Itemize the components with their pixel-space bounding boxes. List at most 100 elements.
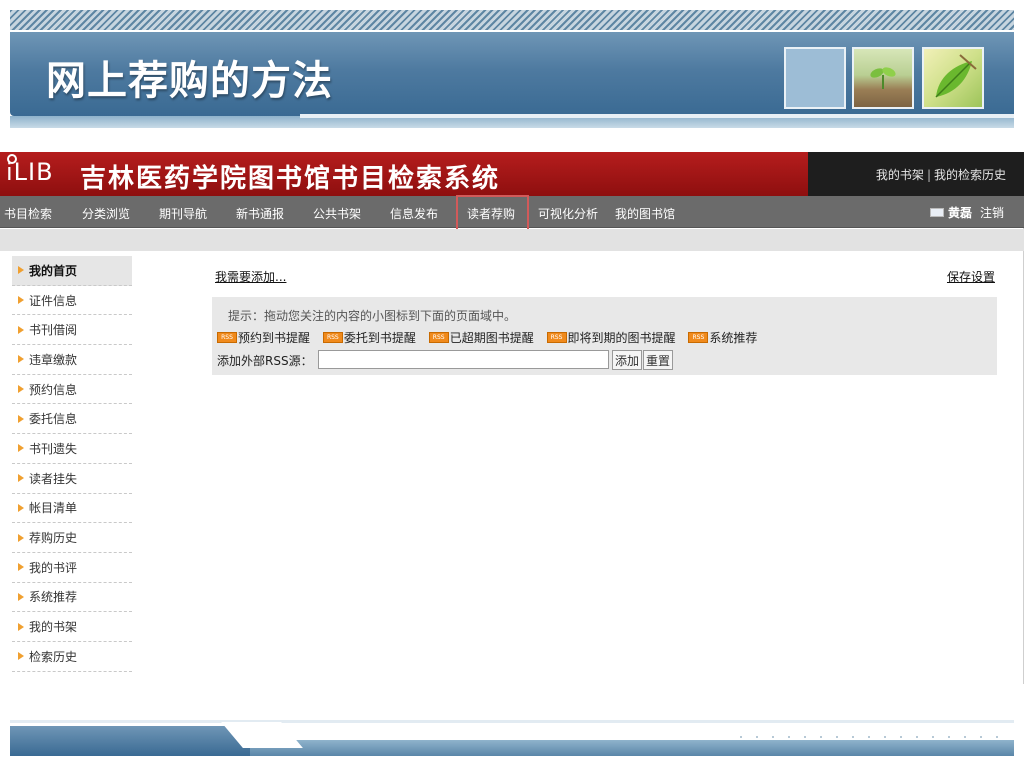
rss-panel: 提示：拖动您关注的内容的小图标到下面的页面域中。 RSS 预约到书提醒 RSS 委托…: [212, 297, 997, 375]
sidebar-item-label: 我的首页: [29, 263, 78, 278]
decor-image-sprout: [852, 47, 914, 109]
top-link-separator: |: [926, 168, 931, 182]
user-area: 黄磊 注销: [929, 204, 1004, 221]
slide-footer-dots: [740, 736, 1010, 738]
bullet-icon: [18, 414, 24, 423]
nav-new-books[interactable]: 新书通报: [236, 205, 284, 222]
user-name[interactable]: 黄磊: [948, 206, 972, 220]
top-links: 我的书架 | 我的检索历史: [876, 166, 1006, 183]
rss-item-label: 委托到书提醒: [343, 331, 416, 345]
bullet-icon: [18, 325, 24, 334]
bullet-icon: [18, 563, 24, 572]
bullet-icon: [18, 266, 24, 275]
sidebar-item-label: 违章缴款: [29, 352, 78, 367]
sidebar-item-label: 检索历史: [29, 649, 78, 664]
app-header: iLIB 吉林医药学院图书馆书目检索系统 我的书架 | 我的检索历史: [0, 152, 1024, 196]
bullet-icon: [18, 355, 24, 364]
bullet-icon: [18, 385, 24, 394]
sidebar-item-my-reviews[interactable]: 我的书评: [12, 553, 132, 583]
sidebar-item-reservations[interactable]: 预约信息: [12, 375, 132, 405]
sidebar-item-lost-books[interactable]: 书刊遗失: [12, 434, 132, 464]
sidebar-item-card-info[interactable]: 证件信息: [12, 286, 132, 316]
sidebar-item-account-list[interactable]: 帐目清单: [12, 494, 132, 524]
rss-item-system-recommend[interactable]: RSS 系统推荐: [688, 329, 757, 346]
sidebar-item-borrowing[interactable]: 书刊借阅: [12, 315, 132, 346]
bullet-icon: [18, 296, 24, 305]
sidebar-item-fines[interactable]: 违章缴款: [12, 345, 132, 375]
slide-footer-right: [250, 740, 1014, 756]
slide-header-band-light: [300, 114, 1014, 118]
rss-icon: RSS: [322, 332, 343, 343]
decor-image-blue: [784, 47, 846, 109]
nav-visual-analysis[interactable]: 可视化分析: [538, 205, 598, 222]
bullet-icon: [18, 503, 24, 512]
rss-item-delegation-arrived[interactable]: RSS 委托到书提醒: [322, 329, 416, 346]
sidebar-item-my-bookshelf[interactable]: 我的书架: [12, 612, 132, 642]
rss-item-reservation-arrived[interactable]: RSS 预约到书提醒: [217, 329, 310, 346]
reset-button[interactable]: 重置: [643, 350, 674, 370]
slide-header-stripe: [10, 10, 1014, 30]
slide-footer-line: [10, 720, 1014, 723]
sprout-icon: [870, 67, 896, 89]
nav-category-browse[interactable]: 分类浏览: [82, 205, 130, 222]
sidebar-item-label: 荐购历史: [29, 531, 78, 546]
sidebar-item-report-loss[interactable]: 读者挂失: [12, 464, 132, 494]
decor-image-leaf: [922, 47, 984, 109]
sidebar-item-recommend-history[interactable]: 荐购历史: [12, 523, 132, 553]
nav-my-library[interactable]: 我的图书馆: [615, 205, 675, 222]
sidebar-item-label: 帐目清单: [29, 501, 78, 516]
sidebar: 我的首页 证件信息 书刊借阅 违章缴款 预约信息 委托信息 书刊遗失 读者挂失 …: [12, 256, 132, 672]
rss-icon: RSS: [546, 332, 567, 343]
nav-info-release[interactable]: 信息发布: [390, 205, 438, 222]
rss-item-due-soon[interactable]: RSS 即将到期的图书提醒: [546, 329, 676, 346]
active-nav-highlight: [456, 195, 529, 233]
add-rss-button[interactable]: 添加: [612, 350, 643, 370]
rss-item-label: 即将到期的图书提醒: [567, 331, 676, 345]
sidebar-item-label: 预约信息: [29, 382, 78, 397]
sidebar-item-label: 书刊遗失: [29, 441, 78, 456]
save-settings-link[interactable]: 保存设置: [947, 268, 995, 285]
rss-icon: RSS: [688, 332, 709, 343]
bullet-icon: [18, 592, 24, 601]
sidebar-item-label: 系统推荐: [29, 590, 78, 605]
sidebar-item-home[interactable]: 我的首页: [12, 256, 132, 286]
bullet-icon: [18, 652, 24, 661]
app-header-red: iLIB 吉林医药学院图书馆书目检索系统: [0, 152, 808, 196]
sidebar-item-label: 读者挂失: [29, 471, 78, 486]
rss-item-label: 预约到书提醒: [238, 331, 311, 345]
my-bookshelf-link[interactable]: 我的书架: [876, 168, 924, 182]
add-content-link[interactable]: 我需要添加...: [215, 268, 286, 285]
slide-title: 网上荐购的方法: [46, 58, 333, 104]
drag-hint: 提示：拖动您关注的内容的小图标到下面的页面域中。: [228, 309, 517, 323]
sidebar-item-label: 证件信息: [29, 293, 78, 308]
sidebar-item-delegations[interactable]: 委托信息: [12, 404, 132, 435]
rss-icon: RSS: [217, 332, 237, 343]
leaf-icon: [935, 54, 977, 98]
sidebar-item-label: 书刊借阅: [29, 323, 78, 338]
bullet-icon: [18, 533, 24, 542]
sub-bar: [0, 229, 1024, 251]
opac-app: iLIB 吉林医药学院图书馆书目检索系统 我的书架 | 我的检索历史 书目检索 分类…: [0, 152, 1024, 684]
rss-feed-list: RSS 预约到书提醒 RSS 委托到书提醒 RSS 已超期图书提醒 RSS 即将到期的图…: [217, 328, 766, 346]
external-rss-input[interactable]: [318, 350, 609, 369]
sidebar-item-label: 我的书评: [29, 560, 78, 575]
my-search-history-link[interactable]: 我的检索历史: [934, 168, 1006, 182]
sidebar-item-label: 委托信息: [29, 412, 78, 427]
slide-footer-left: [10, 726, 260, 756]
logout-link[interactable]: 注销: [980, 206, 1004, 220]
bullet-icon: [18, 622, 24, 631]
nav-journal-guide[interactable]: 期刊导航: [159, 205, 207, 222]
sidebar-item-search-history[interactable]: 检索历史: [12, 642, 132, 672]
rss-item-label: 已超期图书提醒: [449, 331, 534, 345]
sidebar-item-system-recommend[interactable]: 系统推荐: [12, 583, 132, 613]
app-title: 吉林医药学院图书馆书目检索系统: [80, 164, 501, 194]
nav-public-shelf[interactable]: 公共书架: [313, 205, 361, 222]
rss-item-overdue[interactable]: RSS 已超期图书提醒: [428, 329, 534, 346]
nav-catalog-search[interactable]: 书目检索: [4, 205, 52, 222]
bullet-icon: [18, 474, 24, 483]
rss-icon: RSS: [428, 332, 449, 343]
bullet-icon: [18, 444, 24, 453]
ilib-logo: iLIB: [6, 158, 54, 186]
external-rss-label: 添加外部RSS源：: [217, 354, 313, 368]
user-card-icon: [929, 208, 944, 217]
